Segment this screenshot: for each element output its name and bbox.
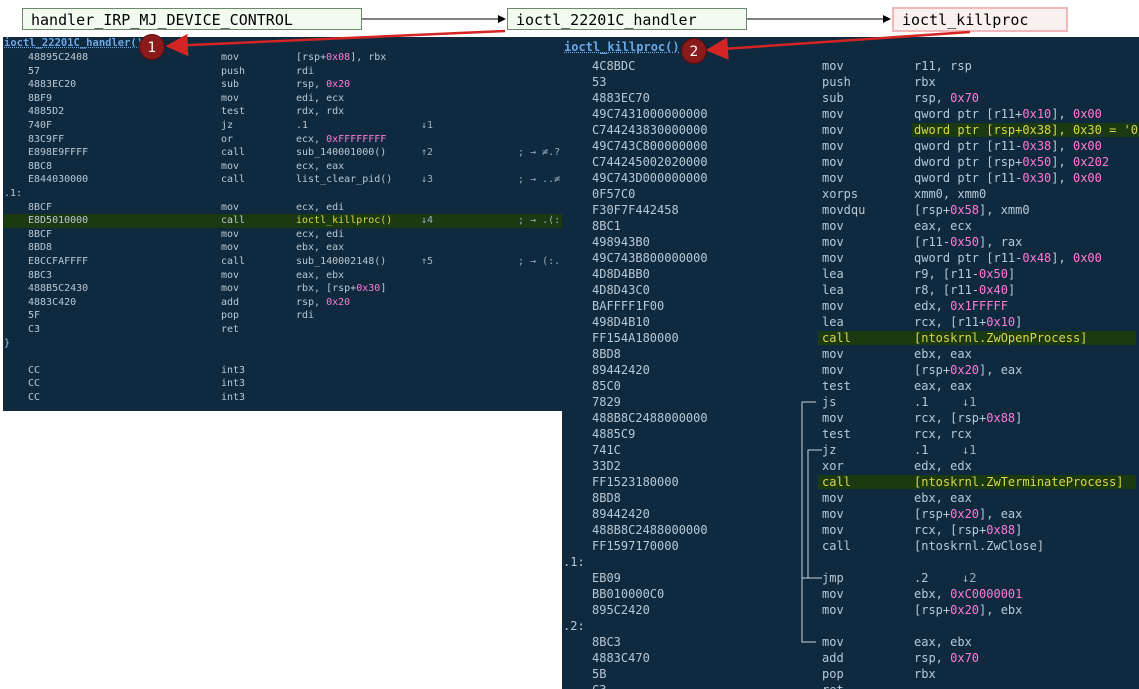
marker-2: 2 [681,38,707,64]
red-pointer-2 [705,30,971,60]
red-pointer-1 [165,29,506,57]
marker-1: 1 [139,34,165,60]
arrow-overlay [165,15,971,60]
